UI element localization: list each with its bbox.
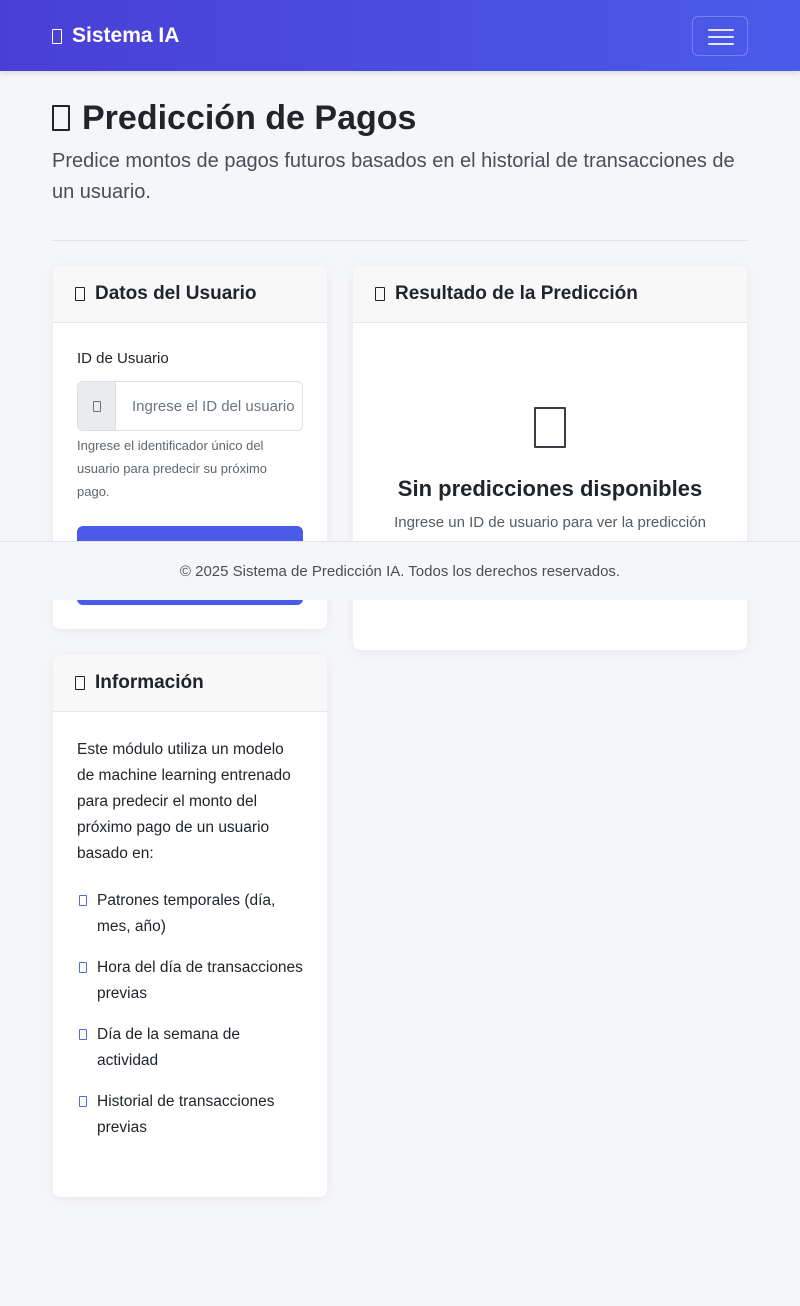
result-card-title: Resultado de la Predicción [395,283,638,304]
list-item: Día de la semana de actividad [77,1022,305,1074]
information-card: Información Este módulo utiliza un model… [53,655,327,1197]
navbar-toggle-button[interactable] [692,16,748,56]
divider [52,240,748,241]
check-icon [79,962,87,973]
user-card-title: Datos del Usuario [95,283,257,304]
brand-label: Sistema IA [72,24,180,47]
check-icon [79,1029,87,1040]
check-icon [79,1096,87,1107]
user-id-help-text: Ingrese el identificador único del usuar… [77,438,268,499]
info-description: Este módulo utiliza un modelo de machine… [77,741,291,862]
page-title-text: Predicción de Pagos [82,98,417,137]
info-card-header: Información [53,655,327,712]
info-card-title: Información [95,672,204,693]
page-subtitle: Predice montos de pagos futuros basados … [52,150,735,203]
user-card-header: Datos del Usuario [53,266,327,323]
check-icon [79,895,87,906]
hamburger-menu-icon [708,29,734,31]
result-card-header: Resultado de la Predicción [353,266,747,323]
footer: © 2025 Sistema de Predicción IA. Todos l… [0,541,800,600]
user-id-input-group [77,381,303,431]
id-card-icon [78,382,116,430]
empty-state-subtitle: Ingrese un ID de usuario para ver la pre… [394,514,706,531]
user-icon [75,287,85,301]
navbar-brand[interactable]: Sistema IA [52,22,179,50]
empty-state-title: Sin predicciones disponibles [397,476,703,501]
empty-state-icon [534,407,566,448]
footer-text: © 2025 Sistema de Predicción IA. Todos l… [179,562,621,580]
list-item: Patrones temporales (día, mes, año) [77,888,305,940]
list-item: Hora del día de transacciones previas [77,955,305,1007]
navbar: Sistema IA [0,0,800,71]
list-item: Historial de transacciones previas [77,1089,305,1141]
page-title: Predicción de Pagos [52,96,416,140]
user-id-input[interactable] [116,382,302,430]
feature-list: Patrones temporales (día, mes, año) Hora… [77,888,305,1156]
brain-icon [52,28,62,44]
user-id-label: ID de Usuario [77,350,169,367]
chart-line-icon [375,287,385,301]
chart-icon [52,105,70,131]
info-icon [75,676,85,690]
